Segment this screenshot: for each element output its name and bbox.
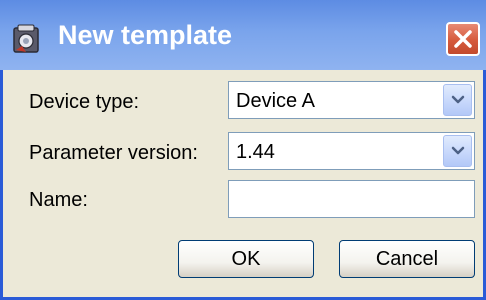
device-type-value: Device A (236, 90, 315, 112)
device-type-dropdown-button[interactable] (443, 84, 472, 116)
window-title: New template (58, 20, 233, 50)
new-template-dialog: New template Device type: Device A Param… (0, 0, 486, 300)
parameter-version-dropdown-button[interactable] (443, 135, 472, 167)
device-type-label: Device type: (29, 91, 140, 113)
title-bar[interactable]: New template (0, 0, 486, 70)
parameter-version-select[interactable]: 1.44 (228, 132, 475, 170)
parameter-version-label: Parameter version: (29, 142, 198, 164)
parameter-version-value: 1.44 (236, 141, 275, 163)
chevron-down-icon (451, 146, 465, 155)
cancel-button[interactable]: Cancel (339, 240, 475, 278)
name-input[interactable] (228, 180, 475, 218)
device-type-select[interactable]: Device A (228, 81, 475, 119)
name-label: Name: (29, 189, 88, 211)
close-icon (454, 30, 472, 48)
chevron-down-icon (451, 95, 465, 104)
app-icon (12, 22, 42, 54)
ok-button[interactable]: OK (178, 240, 314, 278)
close-button[interactable] (446, 22, 480, 56)
